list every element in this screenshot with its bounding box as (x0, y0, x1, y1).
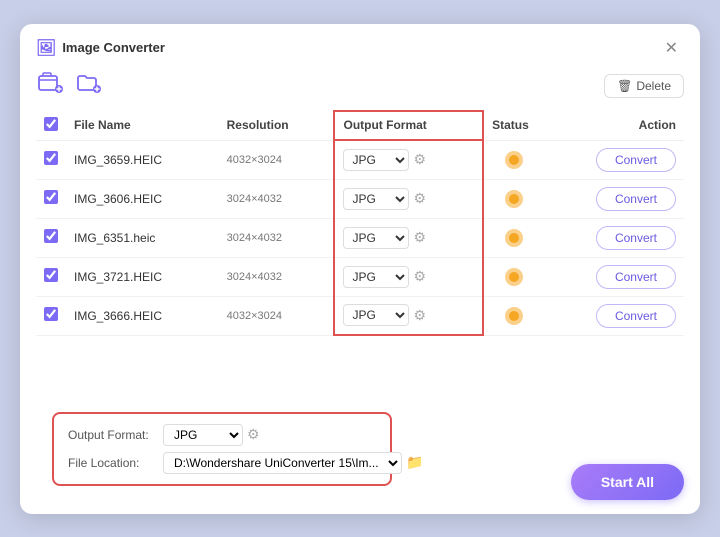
row-format-select[interactable]: JPG PNG WEBP (343, 227, 409, 249)
row-status-cell (483, 140, 543, 179)
main-window: 🖼 Image Converter ✕ (20, 24, 700, 514)
table-row: IMG_3606.HEIC 3024×4032 JPG PNG WEBP ⚙ (36, 179, 684, 218)
output-format-select[interactable]: JPG PNG WEBP (163, 424, 243, 446)
table-row: IMG_3721.HEIC 3024×4032 JPG PNG WEBP ⚙ (36, 257, 684, 296)
close-button[interactable]: ✕ (659, 36, 684, 60)
title-bar: 🖼 Image Converter ✕ (20, 24, 700, 66)
header-filename: File Name (66, 111, 219, 141)
status-badge (505, 151, 523, 169)
row-action-cell: Convert (543, 257, 684, 296)
row-checkbox-cell (36, 140, 66, 179)
app-icon: 🖼 (36, 38, 56, 58)
table-row: IMG_3659.HEIC 4032×3024 JPG PNG WEBP ⚙ (36, 140, 684, 179)
delete-label: Delete (636, 79, 671, 93)
convert-button[interactable]: Convert (596, 265, 676, 289)
row-filename: IMG_6351.heic (66, 218, 219, 257)
header-status: Status (483, 111, 543, 141)
row-format-cell: JPG PNG WEBP ⚙ (334, 296, 483, 335)
toolbar: 🗑 Delete (20, 66, 700, 110)
convert-button[interactable]: Convert (596, 148, 676, 172)
status-badge (505, 307, 523, 325)
row-filename: IMG_3666.HEIC (66, 296, 219, 335)
row-checkbox-cell (36, 296, 66, 335)
header-output-format: Output Format (334, 111, 483, 141)
header-resolution: Resolution (219, 111, 335, 141)
header-checkbox-cell (36, 111, 66, 141)
row-checkbox[interactable] (44, 190, 58, 204)
select-all-checkbox[interactable] (44, 117, 58, 131)
row-format-settings-icon[interactable]: ⚙ (413, 268, 426, 285)
row-checkbox-cell (36, 257, 66, 296)
toolbar-left (36, 70, 104, 102)
status-badge (505, 268, 523, 286)
row-status-cell (483, 218, 543, 257)
bottom-settings-panel: Output Format: JPG PNG WEBP ⚙ File Locat… (52, 412, 392, 486)
convert-button[interactable]: Convert (596, 187, 676, 211)
row-status-cell (483, 257, 543, 296)
row-action-cell: Convert (543, 218, 684, 257)
row-checkbox-cell (36, 179, 66, 218)
row-format-settings-icon[interactable]: ⚙ (413, 151, 426, 168)
file-location-label: File Location: (68, 456, 153, 470)
file-location-select-wrap: D:\Wondershare UniConverter 15\Im... 📁 (163, 452, 423, 474)
add-files-button[interactable] (36, 70, 66, 102)
header-action: Action (543, 111, 684, 141)
table-row: IMG_6351.heic 3024×4032 JPG PNG WEBP ⚙ (36, 218, 684, 257)
table-header-row: File Name Resolution Output Format Statu… (36, 111, 684, 141)
start-all-button[interactable]: Start All (571, 464, 684, 500)
row-format-cell: JPG PNG WEBP ⚙ (334, 257, 483, 296)
row-resolution: 4032×3024 (219, 296, 335, 335)
row-resolution: 3024×4032 (219, 218, 335, 257)
output-format-settings-icon[interactable]: ⚙ (247, 426, 260, 443)
row-status-cell (483, 179, 543, 218)
table-row: IMG_3666.HEIC 4032×3024 JPG PNG WEBP ⚙ (36, 296, 684, 335)
output-format-row: Output Format: JPG PNG WEBP ⚙ (68, 424, 376, 446)
row-resolution: 3024×4032 (219, 179, 335, 218)
row-resolution: 4032×3024 (219, 140, 335, 179)
row-format-settings-icon[interactable]: ⚙ (413, 229, 426, 246)
window-title: Image Converter (62, 40, 165, 55)
row-format-settings-icon[interactable]: ⚙ (413, 190, 426, 207)
convert-button[interactable]: Convert (596, 226, 676, 250)
status-badge (505, 190, 523, 208)
row-filename: IMG_3721.HEIC (66, 257, 219, 296)
title-bar-left: 🖼 Image Converter (36, 38, 165, 58)
file-location-select[interactable]: D:\Wondershare UniConverter 15\Im... (163, 452, 402, 474)
row-format-cell: JPG PNG WEBP ⚙ (334, 179, 483, 218)
row-format-select[interactable]: JPG PNG WEBP (343, 304, 409, 326)
trash-icon: 🗑 (617, 79, 632, 93)
row-action-cell: Convert (543, 296, 684, 335)
row-checkbox[interactable] (44, 229, 58, 243)
delete-button[interactable]: 🗑 Delete (604, 74, 684, 98)
browse-folder-icon[interactable]: 📁 (406, 454, 423, 471)
row-format-cell: JPG PNG WEBP ⚙ (334, 218, 483, 257)
output-format-label: Output Format: (68, 428, 153, 442)
row-checkbox[interactable] (44, 307, 58, 321)
row-status-cell (483, 296, 543, 335)
row-resolution: 3024×4032 (219, 257, 335, 296)
file-table-container: File Name Resolution Output Format Statu… (20, 110, 700, 384)
row-checkbox[interactable] (44, 268, 58, 282)
row-format-select[interactable]: JPG PNG WEBP (343, 149, 409, 171)
row-checkbox[interactable] (44, 151, 58, 165)
status-badge (505, 229, 523, 247)
row-action-cell: Convert (543, 179, 684, 218)
file-table: File Name Resolution Output Format Statu… (36, 110, 684, 337)
row-filename: IMG_3606.HEIC (66, 179, 219, 218)
convert-button[interactable]: Convert (596, 304, 676, 328)
add-folder-button[interactable] (74, 70, 104, 102)
row-format-select[interactable]: JPG PNG WEBP (343, 188, 409, 210)
row-format-settings-icon[interactable]: ⚙ (413, 307, 426, 324)
row-filename: IMG_3659.HEIC (66, 140, 219, 179)
row-format-cell: JPG PNG WEBP ⚙ (334, 140, 483, 179)
row-format-select[interactable]: JPG PNG WEBP (343, 266, 409, 288)
output-format-select-wrap: JPG PNG WEBP ⚙ (163, 424, 260, 446)
row-checkbox-cell (36, 218, 66, 257)
file-location-row: File Location: D:\Wondershare UniConvert… (68, 452, 376, 474)
row-action-cell: Convert (543, 140, 684, 179)
